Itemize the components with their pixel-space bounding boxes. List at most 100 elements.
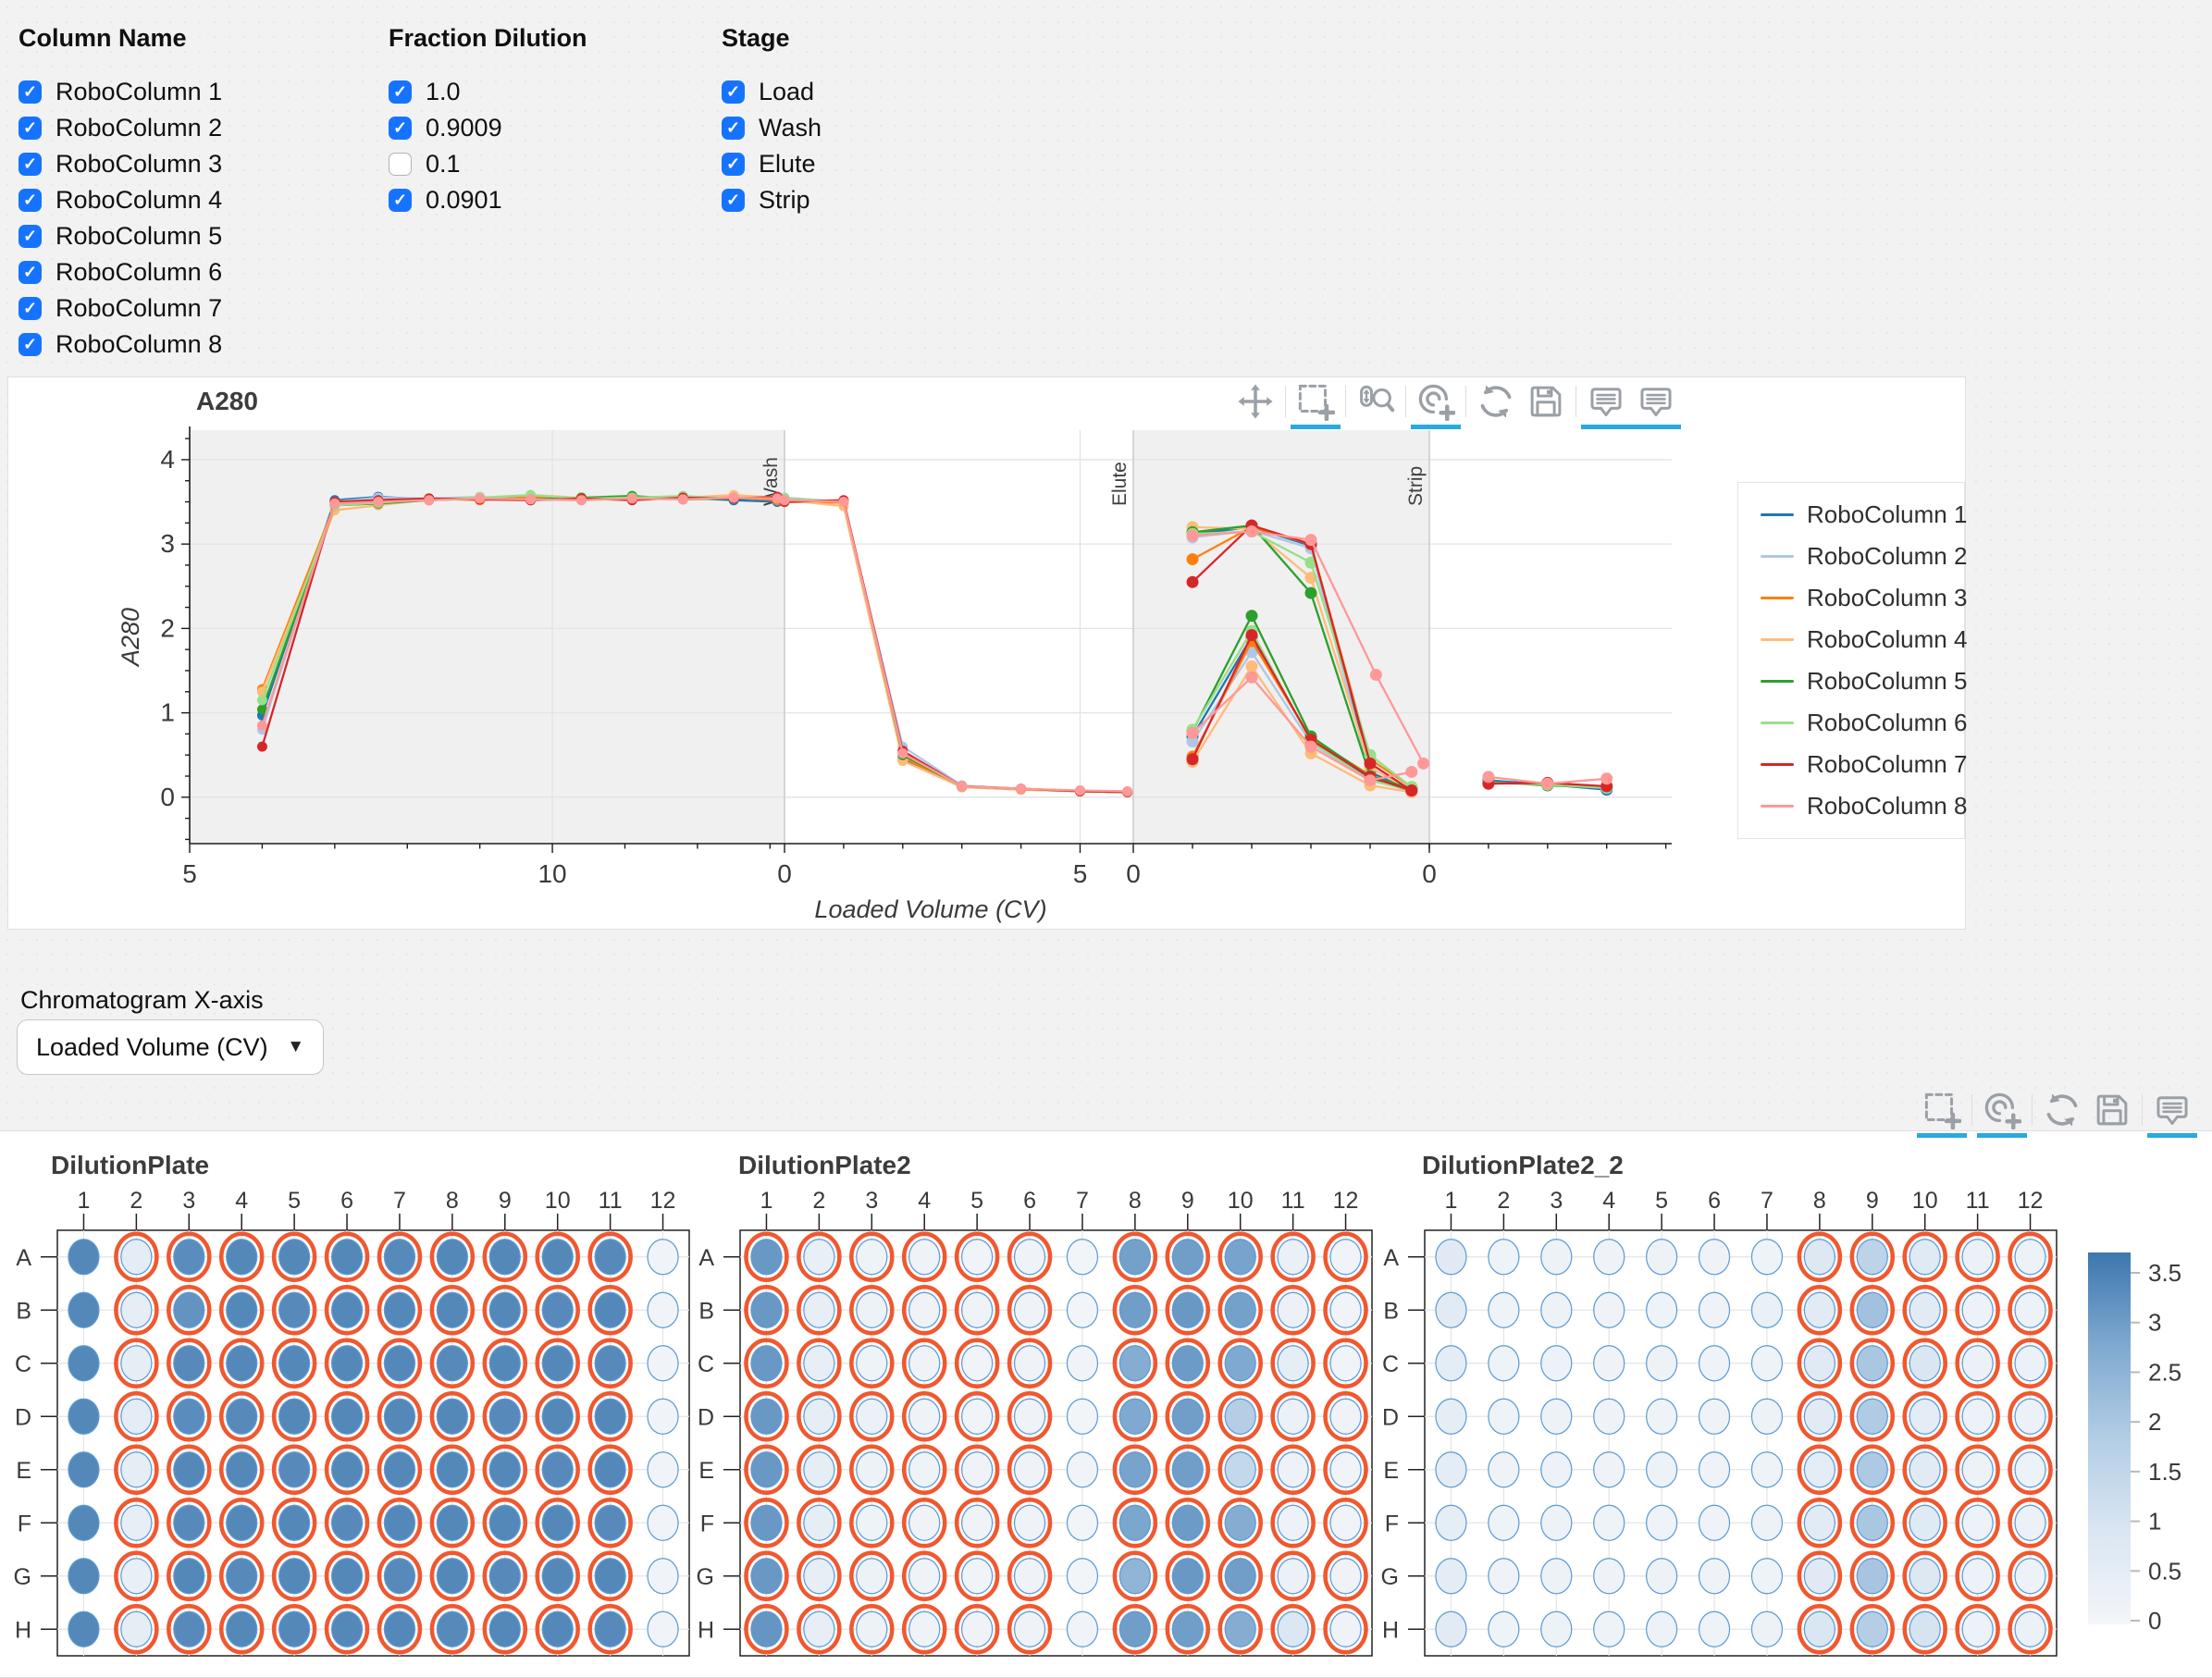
well-G5	[279, 1559, 310, 1594]
save-tool-button[interactable]	[2087, 1088, 2137, 1132]
well-G2	[804, 1559, 834, 1594]
plate-row-label: C	[1382, 1351, 1399, 1377]
well-D8	[1119, 1399, 1150, 1434]
well-H10	[1225, 1611, 1255, 1647]
well-A6	[1699, 1240, 1730, 1275]
well-H2	[1489, 1611, 1519, 1647]
well-F4	[909, 1505, 940, 1540]
well-E8	[1804, 1452, 1835, 1487]
checkbox[interactable]: ✓	[722, 80, 745, 104]
reset-tool-button[interactable]	[2037, 1088, 2087, 1132]
well-C12	[1330, 1346, 1361, 1381]
checkbox[interactable]: ✓	[722, 189, 745, 212]
colorbar-tick-label: 0	[2148, 1607, 2161, 1635]
box-zoom-tool-button[interactable]	[1291, 379, 1341, 424]
checkbox[interactable]: ✓	[722, 117, 745, 140]
well-A12	[1330, 1240, 1361, 1275]
well-A7	[1751, 1240, 1782, 1275]
plate-col-label: 1	[760, 1188, 773, 1214]
well-F1	[1436, 1505, 1466, 1540]
well-A6	[1015, 1240, 1045, 1275]
well-H10	[1909, 1611, 1940, 1647]
well-G6	[1015, 1559, 1045, 1594]
well-E8	[1119, 1452, 1150, 1487]
well-G10	[1225, 1559, 1255, 1594]
well-F10	[1909, 1505, 1940, 1540]
well-F2	[804, 1505, 834, 1540]
checkbox[interactable]: ✓	[19, 225, 42, 248]
reset-tool-button[interactable]	[1471, 379, 1521, 424]
x-axis-select-value: Loaded Volume (CV)	[36, 1033, 287, 1062]
well-B2	[804, 1292, 834, 1327]
save-tool-button[interactable]	[1521, 379, 1571, 424]
well-B11	[1962, 1292, 1993, 1327]
well-G1	[68, 1559, 99, 1594]
well-E1	[751, 1452, 782, 1487]
data-point	[257, 742, 267, 752]
pan-tool-button[interactable]	[1230, 379, 1280, 424]
checkbox[interactable]: ✓	[389, 189, 412, 212]
well-D3	[1541, 1399, 1572, 1434]
checkbox[interactable]: ✓	[722, 153, 745, 176]
well-D1	[751, 1399, 782, 1434]
checkbox[interactable]: ✓	[19, 80, 42, 104]
hover-tool-button[interactable]	[1631, 379, 1681, 424]
hover-tool-button[interactable]	[2147, 1088, 2197, 1132]
well-A3	[857, 1240, 887, 1275]
well-G8	[437, 1559, 467, 1594]
checkbox[interactable]: ✓	[19, 153, 42, 176]
well-B10	[1225, 1292, 1255, 1327]
checkbox[interactable]: ✓	[19, 189, 42, 212]
checkbox[interactable]	[389, 153, 412, 176]
checkbox-item-robocolumn-1: ✓RoboColumn 1	[19, 80, 222, 104]
checkbox-item-strip: ✓Strip	[722, 189, 822, 212]
data-point	[1305, 587, 1317, 599]
well-A1	[751, 1240, 782, 1275]
well-C11	[1278, 1346, 1308, 1381]
well-G12	[648, 1559, 678, 1594]
well-D2	[121, 1399, 152, 1434]
box-zoom-tool-button[interactable]	[1917, 1088, 1967, 1132]
data-point	[1246, 629, 1258, 641]
checkbox-label: Load	[759, 78, 814, 106]
chromatogram-plot[interactable]: WashEluteStrip012345100500Loaded Volume …	[120, 421, 1693, 939]
colorbar-tick-label: 0.5	[2148, 1557, 2181, 1585]
filter-group-fraction-dilution: Fraction Dilution✓1.0✓0.90090.1✓0.0901	[389, 24, 587, 225]
well-H2	[804, 1611, 834, 1647]
checkbox[interactable]: ✓	[389, 80, 412, 104]
well-H1	[751, 1611, 782, 1647]
plate-col-label: 2	[130, 1188, 142, 1214]
well-plates-canvas[interactable]: 123456789101112ABCDEFGH123456789101112AB…	[0, 1130, 2212, 1678]
zoom-in-tool-button[interactable]	[1411, 379, 1461, 424]
well-B7	[1751, 1292, 1782, 1327]
well-G11	[595, 1559, 625, 1594]
checkbox[interactable]: ✓	[19, 333, 42, 356]
zoom-in-tool-button[interactable]	[1977, 1088, 2027, 1132]
well-F2	[121, 1505, 152, 1540]
data-point	[1016, 783, 1026, 794]
checkbox[interactable]: ✓	[19, 261, 42, 284]
legend-label: RoboColumn 6	[1807, 709, 1967, 737]
data-point	[627, 493, 637, 503]
plate-row-label: D	[698, 1404, 714, 1430]
hover-tool-button[interactable]	[1581, 379, 1631, 424]
toolbar-separator	[1465, 386, 1466, 417]
well-F7	[1067, 1505, 1097, 1540]
x-axis-select[interactable]: Loaded Volume (CV) ▼	[17, 1019, 324, 1075]
wheel-zoom-tool-button[interactable]	[1351, 379, 1401, 424]
checkbox[interactable]: ✓	[19, 117, 42, 140]
well-D2	[1489, 1399, 1519, 1434]
well-C4	[227, 1346, 257, 1381]
well-H5	[962, 1611, 993, 1647]
checkbox[interactable]: ✓	[389, 117, 412, 140]
plate-row-label: C	[698, 1351, 714, 1377]
checkbox-item-robocolumn-4: ✓RoboColumn 4	[19, 189, 222, 212]
filter-group-title: Fraction Dilution	[389, 24, 587, 53]
well-C9	[1172, 1346, 1203, 1381]
legend-label: RoboColumn 4	[1807, 625, 1967, 654]
checkbox[interactable]: ✓	[19, 297, 42, 320]
well-C12	[2015, 1346, 2045, 1381]
well-D10	[542, 1399, 573, 1434]
legend-item-robocolumn-3: RoboColumn 3	[1738, 577, 1964, 619]
well-A10	[542, 1240, 573, 1275]
